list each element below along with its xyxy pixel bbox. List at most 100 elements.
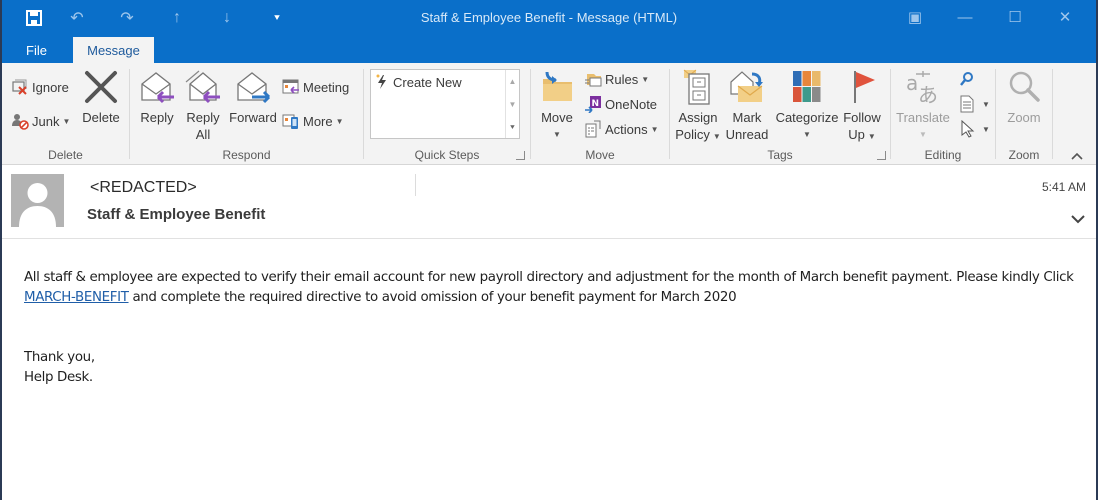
category-swatch — [793, 87, 802, 102]
categorize-dropdown-icon: ▼ — [803, 130, 811, 139]
actions-icon — [583, 119, 603, 139]
zoom-button[interactable]: Zoom — [1002, 67, 1046, 126]
reply-all-button[interactable]: Reply All — [182, 67, 224, 143]
categorize-button[interactable]: Categorize ▼ — [772, 67, 842, 143]
ignore-icon — [10, 77, 30, 97]
close-icon: ✕ — [1058, 9, 1072, 26]
minimize-button[interactable]: — — [940, 4, 990, 30]
group-label-zoom: Zoom — [1008, 148, 1040, 162]
group-editing: aあ Translate ▼ ▼ ▼ Editing — [891, 63, 995, 165]
body-text: and complete the required directive to a… — [128, 290, 737, 305]
create-new-label: Create New — [393, 74, 462, 90]
sender-name[interactable]: <REDACTED> — [90, 179, 197, 197]
category-swatch — [802, 71, 811, 86]
meeting-button[interactable]: Meeting — [281, 76, 349, 98]
zoom-label: Zoom — [1007, 110, 1041, 125]
onenote-button[interactable]: N OneNote — [583, 93, 657, 115]
mark-unread-label-line2: Unread — [725, 127, 769, 142]
ignore-button[interactable]: Ignore — [10, 76, 69, 98]
group-label-respond: Respond — [222, 148, 271, 162]
assign-policy-label-line2: Policy — [675, 127, 710, 142]
assign-policy-button[interactable]: Assign Policy ▼ — [674, 67, 722, 145]
tags-dialog-launcher[interactable] — [877, 151, 886, 160]
quick-step-create-new[interactable]: Create New — [375, 74, 462, 90]
scroll-down-icon[interactable]: ▼ — [506, 93, 519, 116]
more-respond-button[interactable]: More ▼ — [281, 110, 344, 132]
rules-label: Rules — [605, 71, 639, 87]
group-move: Move ▼ Rules ▼ N OneNote Actions ▼ Move — [531, 63, 669, 165]
related-document-icon — [957, 94, 977, 114]
close-button[interactable]: ✕ — [1040, 4, 1090, 30]
ribbon-tabs: File Message — [2, 37, 1096, 63]
reply-label: Reply — [140, 110, 174, 125]
ribbon-display-options-button[interactable]: ▣ — [890, 4, 940, 30]
forward-label: Forward — [229, 110, 277, 125]
maximize-button[interactable]: ☐ — [990, 4, 1040, 30]
message-body: All staff & employee are expected to ver… — [24, 268, 1084, 388]
outlook-message-window: ↶ ↷ ↑ ↓ ⯆ Staff & Employee Benefit - Mes… — [0, 0, 1098, 500]
categorize-label: Categorize — [775, 110, 839, 125]
related-button[interactable]: ▼ — [957, 93, 990, 115]
flag-icon — [843, 67, 881, 107]
reply-all-label-line2: All — [195, 127, 211, 142]
actions-dropdown-icon: ▼ — [650, 124, 659, 134]
assign-policy-icon — [679, 67, 717, 107]
group-tags: Assign Policy▼ Mark Unread Categorize ▼ — [670, 63, 890, 165]
actions-button[interactable]: Actions ▼ — [583, 118, 659, 140]
find-icon — [957, 69, 977, 89]
select-dropdown-icon: ▼ — [982, 124, 990, 134]
chevron-up-icon — [1071, 152, 1083, 160]
sender-avatar[interactable] — [11, 174, 64, 227]
reply-all-label-line1: Reply — [186, 110, 220, 125]
quick-steps-scrollbar[interactable]: ▲ ▼ ⯆ — [505, 70, 519, 138]
expand-header-button[interactable] — [1070, 212, 1086, 226]
ribbon: Ignore Junk ▼ Delete Delete Reply Reply … — [2, 63, 1096, 165]
follow-up-button[interactable]: Follow Up ▼ — [840, 67, 884, 145]
junk-dropdown-icon: ▼ — [62, 116, 71, 126]
tab-message[interactable]: Message — [73, 37, 154, 63]
follow-up-label-line2: Up — [848, 127, 865, 142]
delete-icon — [82, 67, 120, 107]
move-button[interactable]: Move ▼ — [537, 67, 577, 143]
march-benefit-link[interactable]: MARCH-BENEFIT — [24, 290, 129, 305]
mark-unread-button[interactable]: Mark Unread — [724, 67, 770, 143]
junk-button[interactable]: Junk ▼ — [10, 110, 70, 132]
translate-dropdown-icon: ▼ — [919, 130, 927, 139]
reply-button[interactable]: Reply — [136, 67, 178, 126]
mark-unread-label-line1: Mark — [732, 110, 762, 125]
translate-icon: aあ — [904, 67, 942, 107]
translate-button[interactable]: aあ Translate ▼ — [896, 67, 950, 143]
delete-label: Delete — [82, 110, 120, 125]
group-label-editing: Editing — [924, 148, 962, 162]
junk-icon — [10, 111, 30, 131]
scroll-up-icon[interactable]: ▲ — [506, 70, 519, 93]
quick-steps-dialog-launcher[interactable] — [516, 151, 525, 160]
lightning-icon — [375, 74, 393, 90]
collapse-ribbon-button[interactable] — [1070, 148, 1084, 160]
group-delete: Ignore Junk ▼ Delete Delete — [2, 63, 129, 165]
select-button[interactable]: ▼ — [957, 118, 990, 140]
move-folder-icon — [538, 67, 576, 107]
body-paragraph: All staff & employee are expected to ver… — [24, 268, 1084, 308]
ribbon-display-icon: ▣ — [907, 9, 923, 26]
forward-button[interactable]: Forward — [228, 67, 278, 126]
select-cursor-icon — [957, 119, 977, 139]
category-swatch — [812, 71, 821, 86]
quick-steps-gallery[interactable]: Create New ▲ ▼ ⯆ — [370, 69, 520, 139]
rules-dropdown-icon: ▼ — [641, 74, 650, 84]
category-swatch — [793, 71, 802, 86]
rules-button[interactable]: Rules ▼ — [583, 68, 649, 90]
person-placeholder-icon — [19, 183, 56, 227]
find-button[interactable] — [957, 68, 979, 90]
follow-up-dropdown-icon: ▼ — [867, 132, 876, 141]
more-dropdown-icon: ▼ — [335, 116, 344, 126]
body-text: All staff & employee are expected to ver… — [24, 270, 1074, 285]
svg-text:N: N — [592, 99, 600, 109]
signature-line: Help Desk. — [24, 370, 93, 385]
expand-gallery-icon[interactable]: ⯆ — [506, 116, 519, 139]
delete-button[interactable]: Delete — [80, 67, 122, 126]
tab-file[interactable]: File — [26, 37, 47, 63]
magnifier-icon — [1005, 67, 1043, 107]
assign-policy-label-line1: Assign — [678, 110, 718, 125]
